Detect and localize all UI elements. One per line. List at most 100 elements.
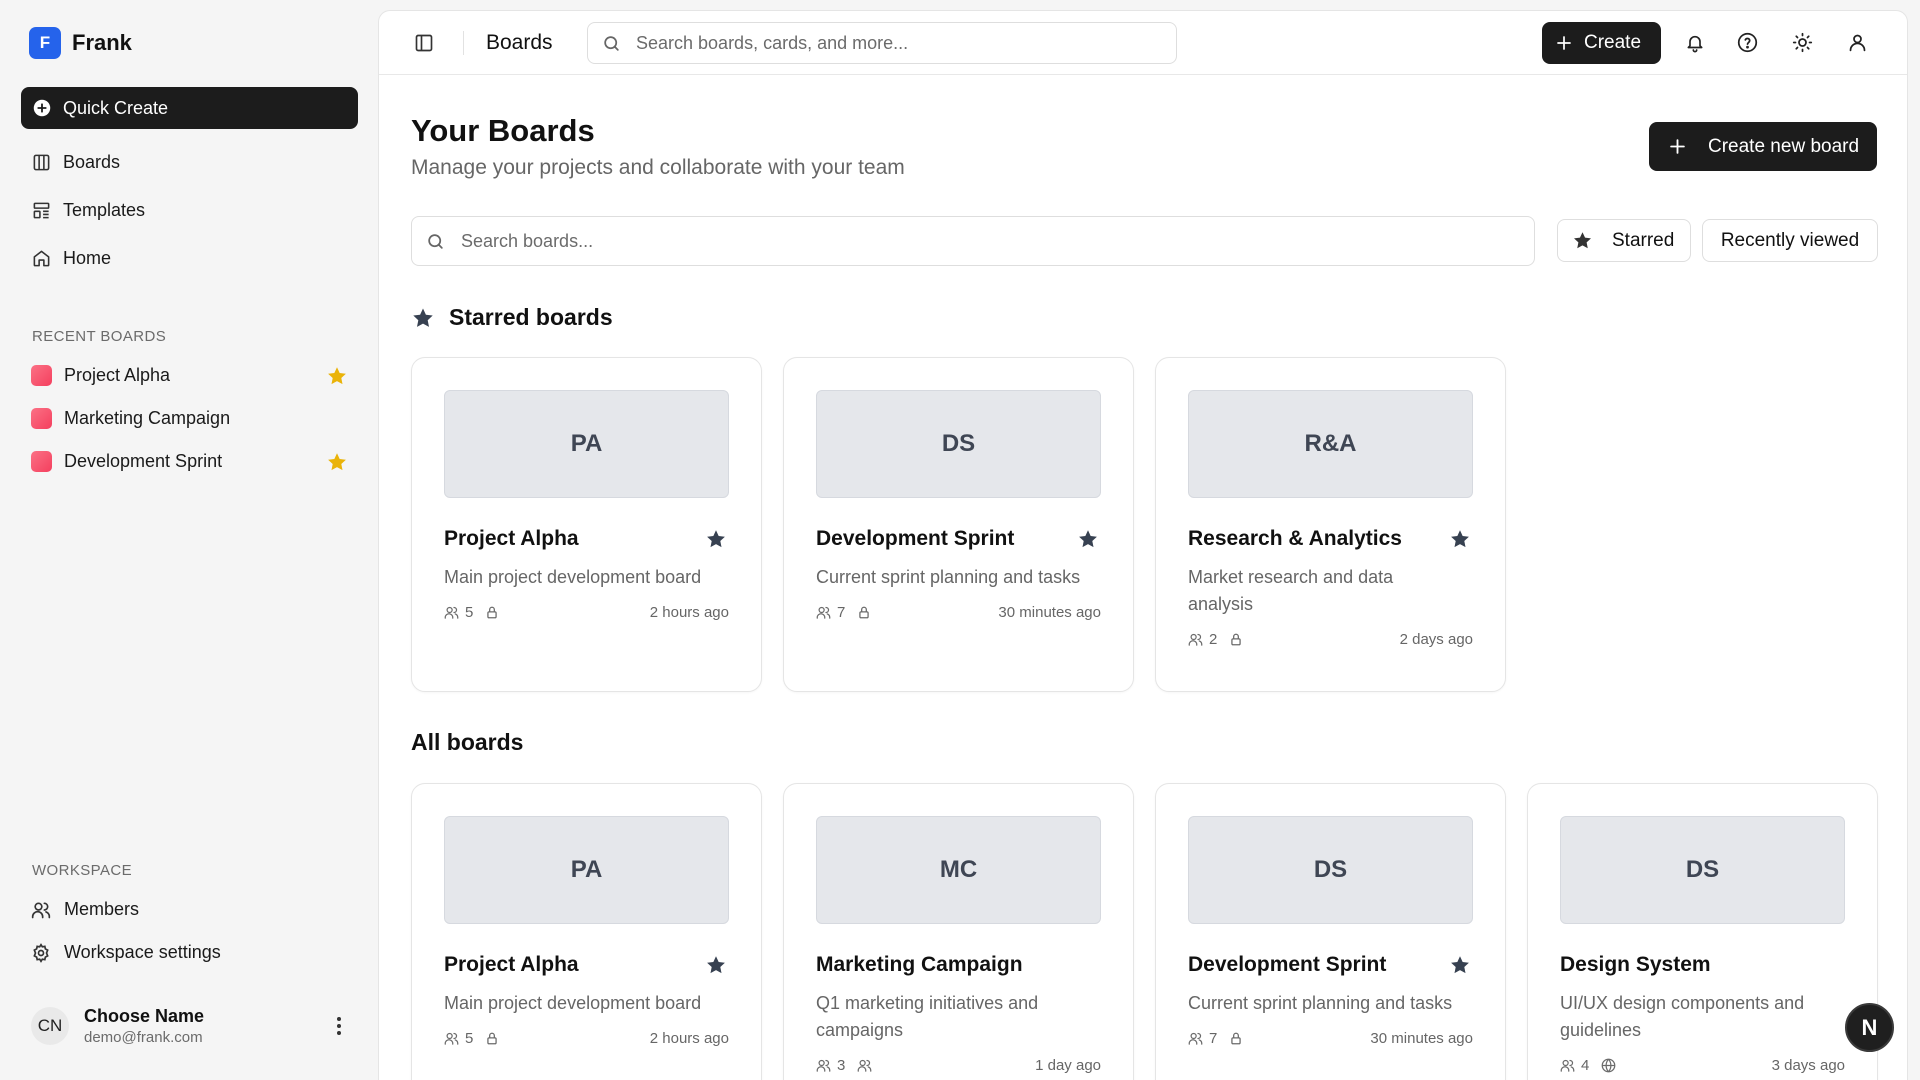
star-filled-icon[interactable] [1077, 528, 1099, 550]
recently-viewed-filter-button[interactable]: Recently viewed [1702, 219, 1878, 262]
quick-create-button[interactable]: Quick Create [21, 87, 358, 129]
sidebar-item-label: Members [64, 899, 140, 919]
board-card[interactable]: PA Project Alpha Main project developmen… [411, 783, 762, 1080]
board-updated-time: 2 hours ago [649, 604, 729, 621]
sidebar-item-members[interactable]: Members [21, 888, 358, 931]
sidebar-item-home[interactable]: Home [21, 234, 358, 282]
member-count: 7 [837, 604, 846, 621]
card-title-row: Project Alpha [444, 953, 729, 977]
all-boards-title: All boards [411, 729, 524, 755]
sidebar-toggle-icon[interactable] [414, 33, 434, 53]
card-title-row: Research & Analytics [1188, 527, 1473, 551]
user-info: Choose Name demo@frank.com [84, 1006, 336, 1046]
member-count: 3 [837, 1057, 846, 1074]
sidebar-item-boards[interactable]: Boards [21, 138, 358, 186]
board-search[interactable] [411, 216, 1535, 266]
board-title: Project Alpha [444, 953, 579, 976]
sidebar-nav: Boards Templates Home [21, 138, 358, 282]
home-icon [32, 249, 51, 268]
avatar: CN [31, 1007, 69, 1045]
board-thumbnail: MC [816, 816, 1101, 924]
recent-board-label: Marketing Campaign [64, 408, 231, 428]
star-filled-icon[interactable] [1449, 528, 1471, 550]
board-search-input[interactable] [461, 230, 1501, 252]
member-count: 5 [465, 604, 474, 621]
star-filled-icon[interactable] [326, 365, 348, 387]
board-title: Marketing Campaign [816, 953, 1023, 976]
board-meta: 5 2 hours ago [444, 604, 729, 621]
user-email: demo@frank.com [84, 1029, 203, 1046]
board-card[interactable]: PA Project Alpha Main project developmen… [411, 357, 762, 692]
board-description: Current sprint planning and tasks [816, 567, 1081, 587]
brand-logo: F [29, 27, 61, 59]
board-thumbnail: PA [444, 390, 729, 498]
recent-boards-heading: Recent boards [32, 328, 167, 345]
board-card[interactable]: DS Development Sprint Current sprint pla… [783, 357, 1134, 692]
workspace-heading: Workspace [32, 862, 133, 879]
board-meta: 7 30 minutes ago [1188, 1030, 1473, 1047]
board-card[interactable]: DS Development Sprint Current sprint pla… [1155, 783, 1506, 1080]
board-title: Research & Analytics [1188, 527, 1402, 550]
starred-boards-grid: PA Project Alpha Main project developmen… [411, 357, 1527, 692]
recent-board-project-alpha[interactable]: Project Alpha [21, 354, 358, 397]
star-filled-icon[interactable] [705, 528, 727, 550]
user-icon[interactable] [1847, 32, 1868, 53]
board-title: Design System [1560, 953, 1711, 976]
recent-boards-list: Project Alpha Marketing Campaign Develop… [21, 354, 358, 483]
sidebar-item-label: Templates [63, 199, 146, 220]
recent-board-label: Project Alpha [64, 365, 171, 385]
users-icon [444, 1031, 459, 1046]
global-search-input[interactable] [636, 32, 1156, 54]
search-icon [602, 34, 621, 53]
sun-icon[interactable] [1792, 32, 1813, 53]
page-subtitle: Manage your projects and collaborate wit… [411, 156, 905, 179]
sidebar-item-templates[interactable]: Templates [21, 186, 358, 234]
board-color-swatch [31, 408, 52, 429]
star-icon [411, 306, 435, 330]
board-meta: 2 2 days ago [1188, 631, 1473, 648]
sidebar-item-workspace-settings[interactable]: Workspace settings [21, 931, 358, 974]
create-new-board-button[interactable]: Create new board [1649, 122, 1877, 171]
users-icon [444, 605, 459, 620]
users-icon [1560, 1058, 1575, 1073]
board-card[interactable]: DS Design System UI/UX design components… [1527, 783, 1878, 1080]
all-boards-grid: PA Project Alpha Main project developmen… [411, 783, 1878, 1080]
starred-filter-button[interactable]: Starred [1557, 219, 1691, 262]
user-profile[interactable]: CN Choose Name demo@frank.com [21, 1000, 358, 1052]
globe-icon [1601, 1058, 1616, 1073]
bell-icon[interactable] [1685, 32, 1705, 53]
user-name: Choose Name [84, 1006, 205, 1026]
more-vertical-icon[interactable] [336, 1016, 342, 1036]
board-updated-time: 30 minutes ago [1370, 1030, 1473, 1047]
member-count: 5 [465, 1030, 474, 1047]
lock-icon [857, 605, 871, 620]
sidebar-item-label: Workspace settings [64, 942, 221, 962]
board-meta: 3 1 day ago [816, 1057, 1101, 1074]
board-card[interactable]: MC Marketing Campaign Q1 marketing initi… [783, 783, 1134, 1080]
board-description: UI/UX design components and guidelines [1560, 993, 1805, 1040]
card-title-row: Development Sprint [816, 527, 1101, 551]
recent-board-marketing-campaign[interactable]: Marketing Campaign [21, 397, 358, 440]
help-icon[interactable] [1737, 32, 1758, 53]
plus-icon [1556, 35, 1572, 51]
card-title-row: Development Sprint [1188, 953, 1473, 977]
star-filled-icon[interactable] [705, 954, 727, 976]
board-thumbnail: DS [1560, 816, 1845, 924]
star-filled-icon[interactable] [326, 451, 348, 473]
board-description: Q1 marketing initiatives and campaigns [816, 993, 1039, 1040]
board-title: Development Sprint [816, 527, 1015, 550]
brand[interactable]: F Frank [29, 27, 132, 59]
global-search[interactable] [587, 22, 1177, 64]
page-breadcrumb: Boards [486, 31, 553, 54]
board-card[interactable]: R&A Research & Analytics Market research… [1155, 357, 1506, 692]
starred-filter-label: Starred [1612, 229, 1675, 251]
create-button[interactable]: Create [1542, 22, 1661, 64]
floating-assistant-button[interactable]: N [1845, 1003, 1894, 1052]
all-boards-heading: All boards [411, 729, 523, 756]
recent-board-development-sprint[interactable]: Development Sprint [21, 440, 358, 483]
page-title: Your Boards [411, 113, 595, 148]
board-updated-time: 2 days ago [1399, 631, 1473, 648]
board-updated-time: 30 minutes ago [998, 604, 1101, 621]
users-icon [1188, 632, 1203, 647]
star-filled-icon[interactable] [1449, 954, 1471, 976]
